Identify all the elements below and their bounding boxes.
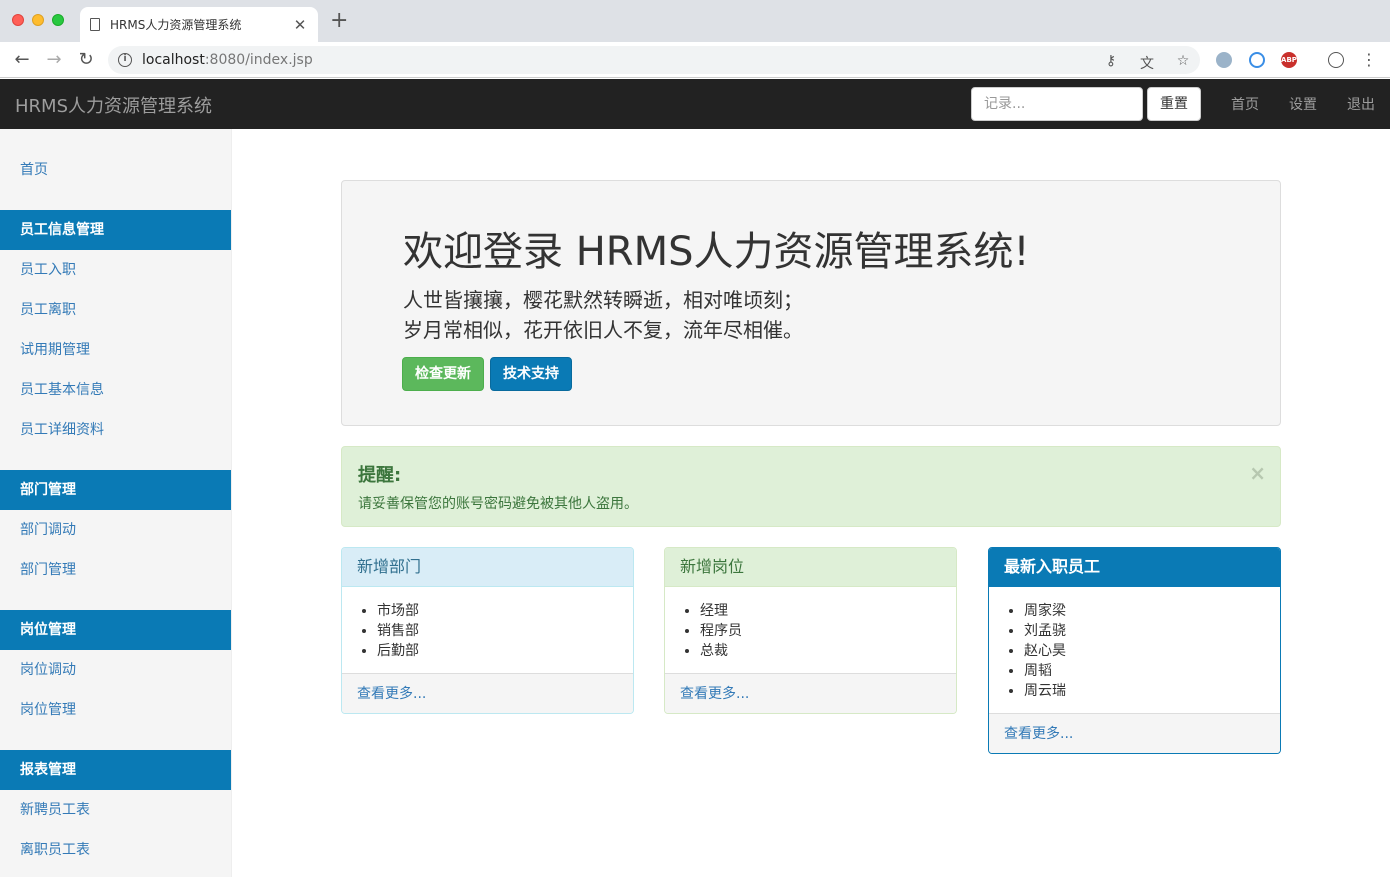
alert-text: 请妥善保管您的账号密码避免被其他人盗用。 bbox=[358, 496, 638, 512]
bookmark-star-icon[interactable]: ☆ bbox=[1174, 53, 1192, 69]
view-more-link[interactable]: 查看更多... bbox=[989, 713, 1280, 753]
browser-menu-icon[interactable]: ⋮ bbox=[1357, 48, 1381, 72]
sidebar: 首页 员工信息管理 员工入职 员工离职 试用期管理 员工基本信息 员工详细资料 … bbox=[0, 129, 232, 877]
sidebar-item-home[interactable]: 首页 bbox=[0, 150, 231, 190]
employee-list: 周家梁 刘孟骁 赵心昊 周韬 周云瑞 bbox=[989, 587, 1280, 713]
list-item: 刘孟骁 bbox=[1024, 621, 1265, 641]
url-path: :8080/index.jsp bbox=[204, 52, 313, 68]
address-bar[interactable]: i localhost:8080/index.jsp ⚷ 文 ☆ bbox=[108, 46, 1200, 74]
brand-title[interactable]: HRMS人力资源管理系统 bbox=[15, 92, 212, 118]
window-zoom-button[interactable] bbox=[52, 14, 64, 26]
welcome-poem-line-1: 人世皆攘攘，樱花默然转瞬逝，相对唯顷刻； bbox=[403, 288, 803, 312]
list-item: 周家梁 bbox=[1024, 601, 1265, 621]
sidebar-item-basic-info[interactable]: 员工基本信息 bbox=[0, 370, 231, 410]
browser-toolbar: ← → ↻ i localhost:8080/index.jsp ⚷ 文 ☆ A… bbox=[0, 42, 1390, 78]
panel-title: 新增部门 bbox=[342, 548, 633, 587]
key-icon[interactable]: ⚷ bbox=[1102, 53, 1120, 69]
new-tab-button[interactable]: + bbox=[330, 10, 348, 32]
sidebar-section-reports[interactable]: 报表管理 bbox=[0, 750, 231, 790]
page-icon bbox=[90, 18, 100, 31]
welcome-title: 欢迎登录 HRMS人力资源管理系统! bbox=[403, 229, 1030, 275]
nav-settings-link[interactable]: 设置 bbox=[1289, 94, 1317, 114]
new-positions-panel: 新增岗位 经理 程序员 总裁 查看更多... bbox=[664, 547, 957, 714]
nav-home-link[interactable]: 首页 bbox=[1231, 94, 1259, 114]
back-icon[interactable]: ← bbox=[10, 48, 34, 72]
welcome-poem-line-2: 岁月常相似，花开依旧人不复，流年尽相催。 bbox=[403, 318, 803, 342]
url-host: localhost bbox=[142, 52, 205, 68]
forward-icon[interactable]: → bbox=[42, 48, 66, 72]
tech-support-button[interactable]: 技术支持 bbox=[490, 357, 572, 391]
check-update-button[interactable]: 检查更新 bbox=[402, 357, 484, 391]
sidebar-item-new-hire-report[interactable]: 新聘员工表 bbox=[0, 790, 231, 830]
browser-tab[interactable]: HRMS人力资源管理系统 ✕ bbox=[80, 7, 318, 42]
list-item: 周韬 bbox=[1024, 661, 1265, 681]
extension-leaf-icon[interactable] bbox=[1249, 52, 1265, 68]
sidebar-item-position-manage[interactable]: 岗位管理 bbox=[0, 690, 231, 730]
tab-close-icon[interactable]: ✕ bbox=[292, 16, 308, 34]
sidebar-item-resignation[interactable]: 员工离职 bbox=[0, 290, 231, 330]
panel-title: 新增岗位 bbox=[665, 548, 956, 587]
sidebar-item-detail-info[interactable]: 员工详细资料 bbox=[0, 410, 231, 450]
tab-title: HRMS人力资源管理系统 bbox=[110, 18, 242, 32]
list-item: 周云瑞 bbox=[1024, 681, 1265, 701]
sidebar-item-department-transfer[interactable]: 部门调动 bbox=[0, 510, 231, 550]
search-input[interactable] bbox=[971, 87, 1143, 121]
sidebar-item-onboarding[interactable]: 员工入职 bbox=[0, 250, 231, 290]
adblock-icon[interactable]: ABP bbox=[1281, 52, 1297, 68]
alert-title: 提醒: bbox=[358, 465, 402, 486]
position-list: 经理 程序员 总裁 bbox=[665, 587, 956, 673]
sidebar-item-resigned-report[interactable]: 离职员工表 bbox=[0, 830, 231, 870]
newest-employees-panel: 最新入职员工 周家梁 刘孟骁 赵心昊 周韬 周云瑞 查看更多... bbox=[988, 547, 1281, 754]
sidebar-item-position-transfer[interactable]: 岗位调动 bbox=[0, 650, 231, 690]
list-item: 程序员 bbox=[700, 621, 941, 641]
sidebar-item-department-manage[interactable]: 部门管理 bbox=[0, 550, 231, 590]
extension-face-icon[interactable] bbox=[1328, 52, 1344, 68]
welcome-jumbotron: 欢迎登录 HRMS人力资源管理系统! 人世皆攘攘，樱花默然转瞬逝，相对唯顷刻； … bbox=[341, 180, 1281, 426]
reminder-alert: 提醒: 请妥善保管您的账号密码避免被其他人盗用。 × bbox=[341, 446, 1281, 527]
translate-icon[interactable]: 文 bbox=[1138, 53, 1156, 73]
sidebar-section-position[interactable]: 岗位管理 bbox=[0, 610, 231, 650]
alert-close-icon[interactable]: × bbox=[1249, 461, 1266, 485]
site-info-icon[interactable]: i bbox=[118, 53, 132, 67]
browser-tab-strip: HRMS人力资源管理系统 ✕ + bbox=[0, 0, 1390, 42]
sidebar-item-probation[interactable]: 试用期管理 bbox=[0, 330, 231, 370]
top-navbar: HRMS人力资源管理系统 重置 首页 设置 退出 bbox=[0, 79, 1390, 129]
reset-button[interactable]: 重置 bbox=[1147, 87, 1201, 121]
panel-title: 最新入职员工 bbox=[989, 548, 1280, 587]
new-departments-panel: 新增部门 市场部 销售部 后勤部 查看更多... bbox=[341, 547, 634, 714]
extension-icon[interactable] bbox=[1216, 52, 1232, 68]
view-more-link[interactable]: 查看更多... bbox=[342, 673, 633, 713]
reload-icon[interactable]: ↻ bbox=[74, 48, 98, 72]
window-close-button[interactable] bbox=[12, 14, 24, 26]
department-list: 市场部 销售部 后勤部 bbox=[342, 587, 633, 673]
sidebar-section-employee-info[interactable]: 员工信息管理 bbox=[0, 210, 231, 250]
window-minimize-button[interactable] bbox=[32, 14, 44, 26]
sidebar-section-department[interactable]: 部门管理 bbox=[0, 470, 231, 510]
list-item: 经理 bbox=[700, 601, 941, 621]
list-item: 销售部 bbox=[377, 621, 618, 641]
view-more-link[interactable]: 查看更多... bbox=[665, 673, 956, 713]
list-item: 总裁 bbox=[700, 641, 941, 661]
list-item: 赵心昊 bbox=[1024, 641, 1265, 661]
list-item: 市场部 bbox=[377, 601, 618, 621]
list-item: 后勤部 bbox=[377, 641, 618, 661]
nav-logout-link[interactable]: 退出 bbox=[1347, 94, 1375, 114]
